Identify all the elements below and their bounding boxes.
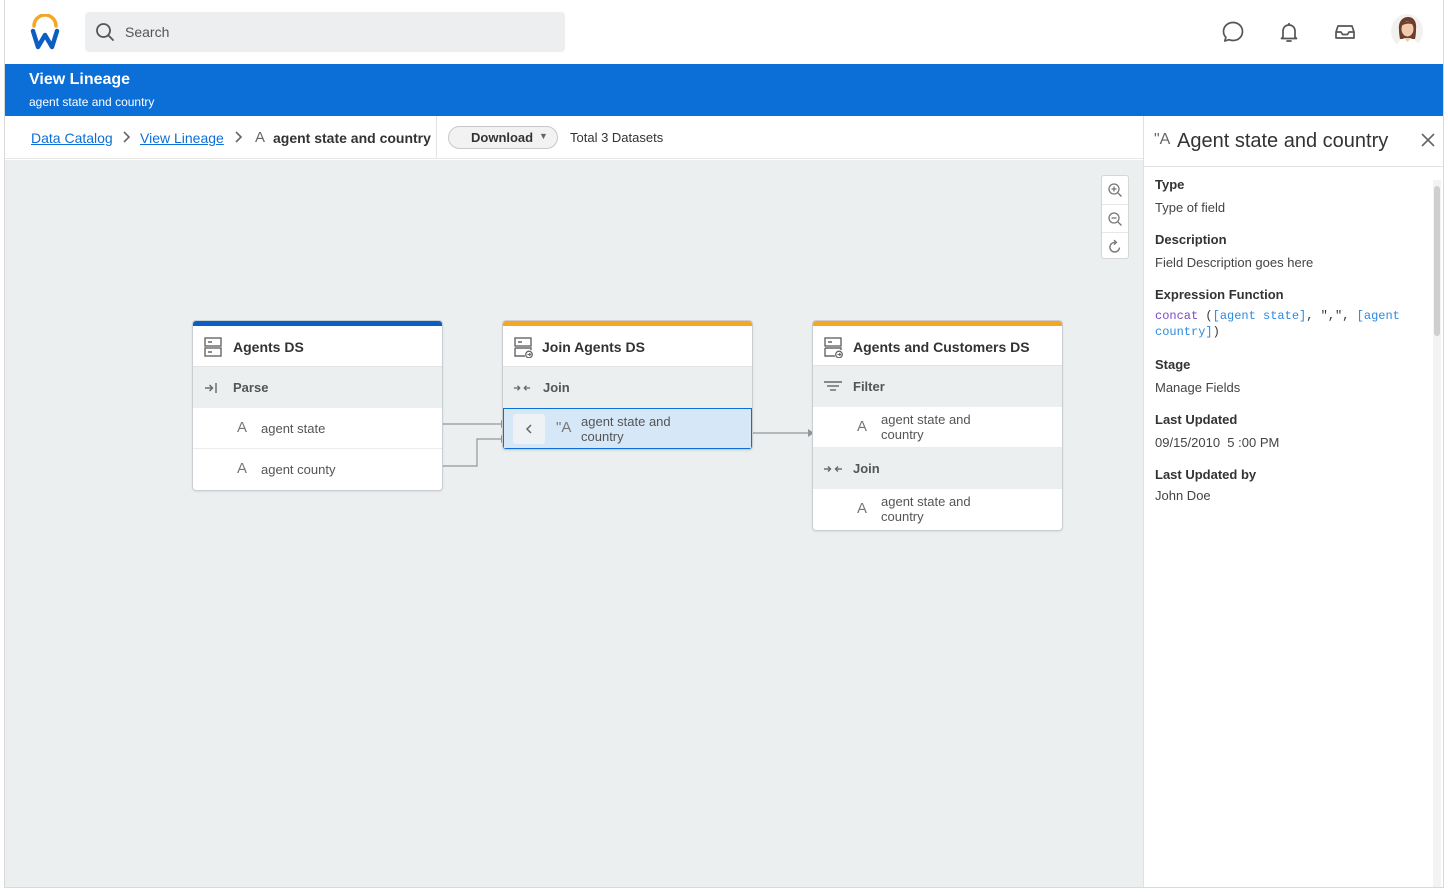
field-agent-state[interactable]: A agent state [193, 408, 442, 449]
last-updated-by-value: John Doe [1155, 488, 1211, 503]
card-header: Agents and Customers DS [813, 326, 1062, 366]
field-agent-county[interactable]: A agent county [193, 449, 442, 490]
text-field-icon: A [237, 460, 248, 477]
step-label: Join [853, 461, 880, 476]
bell-icon[interactable] [1277, 20, 1301, 44]
chat-icon[interactable] [1221, 20, 1245, 44]
expression-function: concat [1155, 309, 1199, 323]
card-title: Agents DS [233, 339, 304, 355]
expression-punct: ( [1198, 309, 1213, 323]
stage-value: Manage Fields [1155, 380, 1241, 395]
download-button[interactable]: Download ▼ [448, 126, 558, 149]
last-updated-by-label: Last Updated by [1155, 467, 1257, 482]
expression-punct: ) [1212, 325, 1220, 339]
last-updated-value: 09/15/2010 5 :00 PM [1155, 435, 1280, 450]
stage-label: Stage [1155, 357, 1191, 372]
scrollbar-thumb[interactable] [1434, 186, 1440, 336]
page-header: View Lineage agent state and country [5, 64, 1443, 116]
field-agent-state-and-country-selected[interactable]: "A agent state and country [503, 408, 752, 449]
workday-logo[interactable] [29, 14, 61, 50]
page-title: View Lineage [29, 71, 131, 88]
step-join[interactable]: Join [813, 448, 1062, 489]
caret-down-icon: ▼ [539, 131, 548, 141]
derived-dataset-icon [824, 337, 843, 358]
field-label: agent state [261, 421, 326, 436]
card-header: Join Agents DS [503, 326, 752, 367]
field-label: agent state and country [581, 414, 671, 444]
user-avatar[interactable] [1391, 14, 1423, 48]
description-value: Field Description goes here [1155, 255, 1314, 270]
step-label: Filter [853, 379, 885, 394]
download-label: Download [471, 130, 534, 145]
top-bar [5, 0, 1443, 64]
breadcrumb: Data Catalog View Lineage A agent state … [5, 116, 1143, 159]
dataset-card-join-agents-ds[interactable]: Join Agents DS Join "A agent state and c… [502, 320, 753, 450]
expression-value: concat ([agent state], ",", [agent count… [1155, 308, 1415, 340]
page-subtitle: agent state and country [29, 95, 155, 109]
panel-scrollbar[interactable] [1433, 180, 1441, 887]
parse-icon [205, 383, 217, 393]
field-agent-state-and-country[interactable]: A agent state and country [813, 489, 1062, 530]
card-header: Agents DS [193, 326, 442, 367]
card-title: Agents and Customers DS [853, 339, 1030, 355]
expression-label: Expression Function [1155, 287, 1284, 302]
breadcrumb-link-data-catalog[interactable]: Data Catalog [31, 130, 113, 146]
card-title: Join Agents DS [542, 339, 645, 355]
chevron-right-icon [235, 131, 243, 143]
field-label: agent state and country [881, 494, 971, 524]
dataset-card-agents-and-customers-ds[interactable]: Agents and Customers DS Filter A agent s… [812, 320, 1063, 531]
field-label: agent state and country [881, 412, 971, 442]
breadcrumb-link-view-lineage[interactable]: View Lineage [140, 130, 224, 146]
chevron-right-icon [123, 131, 131, 143]
calculated-field-icon: "A [1154, 131, 1171, 148]
step-join[interactable]: Join [503, 367, 752, 408]
text-field-icon: A [857, 500, 868, 517]
field-details-panel: "A Agent state and country Type Type of … [1143, 116, 1443, 887]
expression-arg: [agent state] [1212, 309, 1307, 323]
inbox-icon[interactable] [1333, 20, 1357, 44]
search-bar[interactable] [85, 12, 565, 52]
field-agent-state-and-country[interactable]: A agent state and country [813, 407, 1062, 448]
step-label: Parse [233, 380, 269, 395]
join-icon [513, 385, 531, 391]
lineage-canvas[interactable]: Agents DS Parse A agent state A agent co… [5, 160, 1143, 887]
close-icon[interactable] [1420, 132, 1436, 148]
text-field-icon: A [857, 418, 868, 435]
description-label: Description [1155, 232, 1227, 247]
field-label: agent county [261, 462, 336, 477]
breadcrumb-current: agent state and country [273, 130, 431, 146]
type-value: Type of field [1155, 200, 1226, 215]
filter-icon [824, 381, 842, 391]
step-label: Join [543, 380, 570, 395]
last-updated-label: Last Updated [1155, 412, 1238, 427]
step-parse[interactable]: Parse [193, 367, 442, 408]
panel-title: Agent state and country [1177, 130, 1389, 152]
expression-punct: , ",", [1306, 309, 1357, 323]
dataset-icon [204, 337, 222, 357]
chevron-left-icon [525, 424, 532, 434]
text-field-icon: A [237, 419, 248, 436]
derived-dataset-icon [514, 337, 533, 358]
search-icon [96, 23, 114, 41]
type-label: Type [1155, 177, 1185, 192]
join-icon [824, 466, 842, 472]
back-button[interactable] [513, 414, 545, 444]
step-filter[interactable]: Filter [813, 366, 1062, 407]
panel-header: "A Agent state and country [1144, 116, 1443, 167]
total-datasets: Total 3 Datasets [570, 130, 664, 145]
app-frame: View Lineage agent state and country Dat… [4, 0, 1444, 888]
dataset-card-agents-ds[interactable]: Agents DS Parse A agent state A agent co… [192, 320, 443, 491]
field-type-icon: A [255, 129, 266, 146]
divider [436, 116, 437, 159]
search-input[interactable] [125, 12, 545, 52]
calculated-field-icon: "A [556, 419, 572, 436]
